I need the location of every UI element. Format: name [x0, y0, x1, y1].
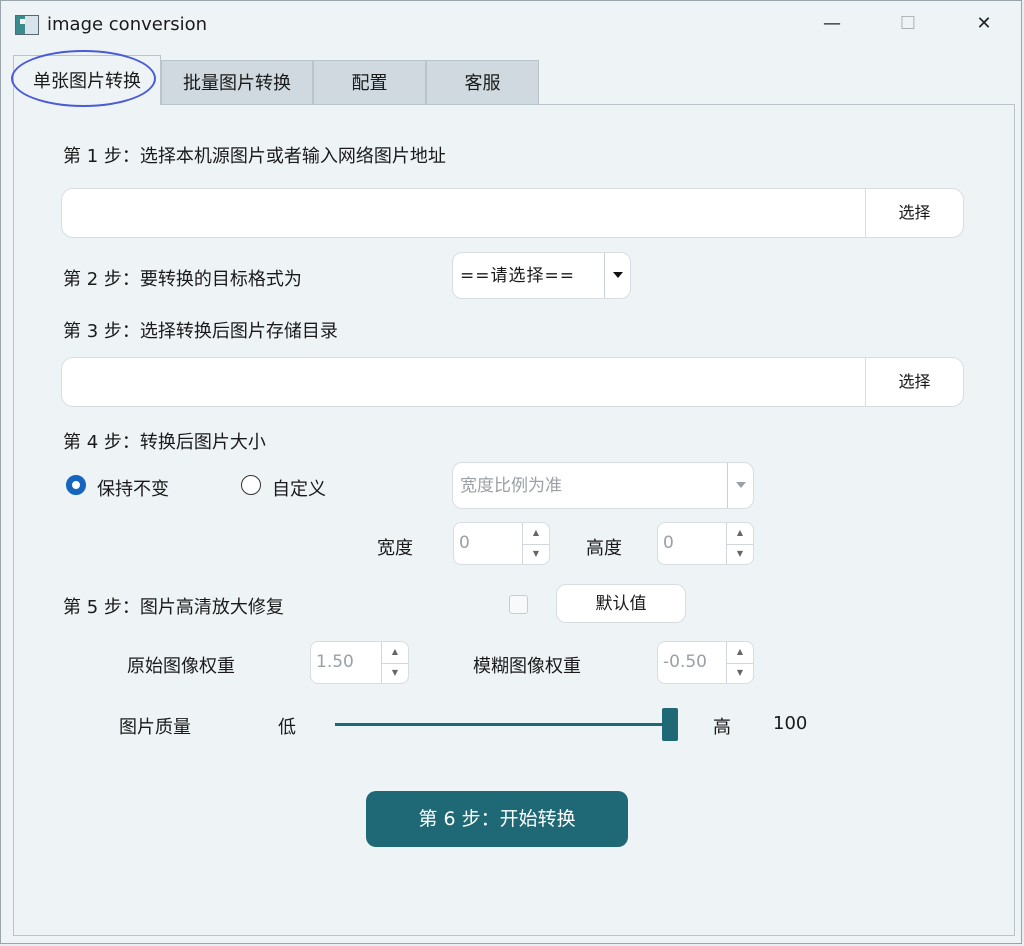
default-values-button[interactable]: 默认值	[556, 584, 686, 623]
orig-weight-spinbox[interactable]: 1.50 ▲ ▼	[310, 641, 409, 684]
source-path-field: 选择	[61, 188, 964, 238]
maximize-button[interactable]: ☐	[885, 7, 931, 41]
app-icon	[15, 15, 39, 35]
width-spinbox[interactable]: 0 ▲ ▼	[453, 522, 550, 565]
radio-keep-size[interactable]	[66, 475, 86, 495]
spin-down-icon[interactable]: ▼	[727, 544, 753, 565]
tab-config[interactable]: 配置	[313, 60, 426, 104]
source-path-input[interactable]	[62, 189, 868, 237]
chevron-down-icon[interactable]	[727, 463, 753, 508]
orig-weight-spin-buttons[interactable]: ▲ ▼	[381, 642, 408, 683]
spin-up-icon[interactable]: ▲	[727, 642, 753, 664]
blur-weight-label: 模糊图像权重	[473, 656, 581, 677]
quality-slider-handle[interactable]	[662, 708, 678, 741]
target-format-value: ==请选择==	[460, 266, 575, 286]
chevron-down-icon[interactable]	[604, 253, 630, 298]
step2-label: 第 2 步：要转换的目标格式为	[63, 269, 302, 290]
tab-highlight-circle	[11, 50, 156, 107]
orig-weight-label: 原始图像权重	[127, 656, 235, 677]
blur-weight-value[interactable]: -0.50	[663, 642, 707, 683]
start-convert-button[interactable]: 第 6 步：开始转换	[366, 791, 628, 847]
spin-down-icon[interactable]: ▼	[382, 663, 408, 684]
width-value[interactable]: 0	[459, 523, 470, 564]
title-bar[interactable]: image conversion — ☐ ✕	[1, 1, 1021, 49]
height-spin-buttons[interactable]: ▲ ▼	[726, 523, 753, 564]
tab-batch-convert[interactable]: 批量图片转换	[161, 60, 313, 104]
ratio-mode-select[interactable]: 宽度比例为准	[452, 462, 754, 509]
target-format-select[interactable]: ==请选择==	[452, 252, 631, 299]
select-output-button[interactable]: 选择	[865, 358, 963, 406]
quality-high-label: 高	[713, 717, 731, 738]
window-title: image conversion	[47, 14, 208, 35]
step4-label: 第 4 步：转换后图片大小	[63, 432, 266, 453]
output-dir-input[interactable]	[62, 358, 868, 406]
blur-weight-spinbox[interactable]: -0.50 ▲ ▼	[657, 641, 754, 684]
enhance-checkbox[interactable]	[509, 595, 528, 614]
spin-up-icon[interactable]: ▲	[382, 642, 408, 664]
spin-up-icon[interactable]: ▲	[727, 523, 753, 545]
height-value[interactable]: 0	[663, 523, 674, 564]
radio-custom-size-label[interactable]: 自定义	[272, 475, 326, 501]
step3-label: 第 3 步：选择转换后图片存储目录	[63, 321, 338, 342]
radio-custom-size[interactable]	[241, 475, 261, 495]
width-spin-buttons[interactable]: ▲ ▼	[522, 523, 549, 564]
height-label: 高度	[586, 538, 622, 559]
minimize-button[interactable]: —	[809, 7, 855, 41]
tab-support[interactable]: 客服	[426, 60, 539, 104]
quality-slider-track[interactable]	[335, 723, 671, 726]
spin-up-icon[interactable]: ▲	[523, 523, 549, 545]
radio-keep-size-label[interactable]: 保持不变	[97, 475, 169, 501]
close-button[interactable]: ✕	[961, 7, 1007, 41]
step5-label: 第 5 步：图片高清放大修复	[63, 597, 284, 618]
spin-down-icon[interactable]: ▼	[727, 663, 753, 684]
quality-label: 图片质量	[119, 717, 191, 738]
height-spinbox[interactable]: 0 ▲ ▼	[657, 522, 754, 565]
quality-value: 100	[773, 713, 808, 734]
ratio-mode-value: 宽度比例为准	[460, 476, 562, 496]
width-label: 宽度	[377, 538, 413, 559]
output-dir-field: 选择	[61, 357, 964, 407]
app-window: image conversion — ☐ ✕ 批量图片转换 配置 客服 单张图片…	[0, 0, 1022, 944]
quality-low-label: 低	[278, 717, 296, 738]
orig-weight-value[interactable]: 1.50	[316, 642, 354, 683]
spin-down-icon[interactable]: ▼	[523, 544, 549, 565]
step1-label: 第 1 步：选择本机源图片或者输入网络图片地址	[63, 146, 446, 167]
select-source-button[interactable]: 选择	[865, 189, 963, 237]
blur-weight-spin-buttons[interactable]: ▲ ▼	[726, 642, 753, 683]
